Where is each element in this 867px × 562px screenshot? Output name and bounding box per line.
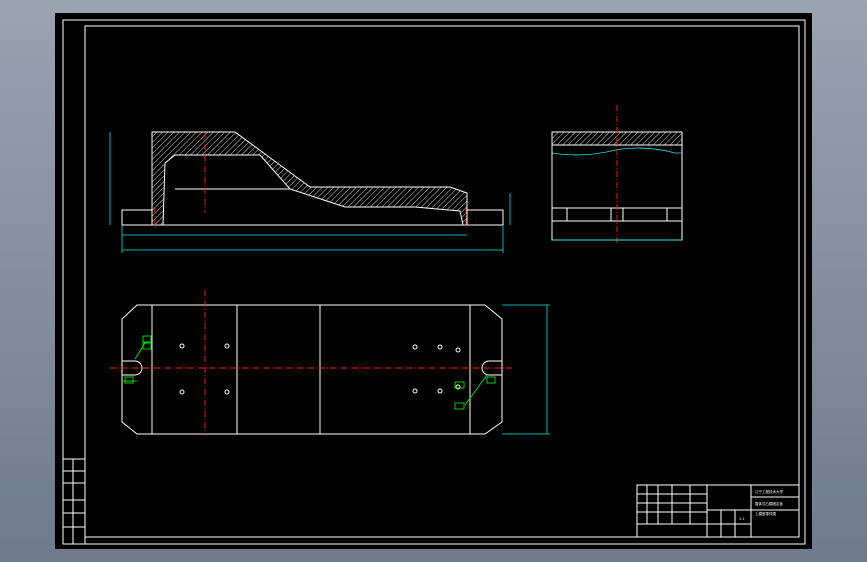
hole bbox=[179, 389, 185, 395]
front-section-view bbox=[109, 131, 511, 253]
hole bbox=[224, 343, 230, 349]
callout-tag bbox=[124, 376, 134, 384]
hole bbox=[412, 344, 418, 350]
callout-tag bbox=[142, 335, 152, 343]
cad-viewport[interactable]: 辽宁工程技术大学 整体式凸模固定板 上模座零件图 1:1 bbox=[55, 13, 812, 549]
hole bbox=[179, 343, 185, 349]
revision-column bbox=[62, 458, 86, 545]
sheet-outer-border bbox=[62, 19, 806, 545]
callout-tag bbox=[486, 376, 496, 384]
cad-drawing: 辽宁工程技术大学 整体式凸模固定板 上模座零件图 1:1 bbox=[62, 19, 806, 545]
title-block-school: 辽宁工程技术大学 bbox=[755, 489, 783, 494]
sheet-inner-border bbox=[84, 25, 800, 538]
front-view-left-foot bbox=[121, 209, 153, 226]
plan-view bbox=[110, 290, 550, 436]
plan-view-callouts bbox=[123, 335, 496, 410]
callout-leader-left-upper bbox=[134, 342, 146, 360]
title-block-scale: 1:1 bbox=[739, 517, 745, 521]
hole bbox=[437, 344, 443, 350]
hole bbox=[437, 388, 443, 394]
plan-view-outline bbox=[121, 304, 503, 435]
title-block-drawing-name-1: 整体式凸模固定板 bbox=[755, 501, 783, 506]
title-block-drawing-name-2: 上模座零件图 bbox=[755, 511, 776, 516]
title-block: 辽宁工程技术大学 整体式凸模固定板 上模座零件图 1:1 bbox=[636, 484, 800, 538]
hole bbox=[224, 389, 230, 395]
revision-column-frame bbox=[62, 458, 86, 545]
side-section-view bbox=[551, 105, 683, 243]
callout-tag bbox=[454, 402, 465, 410]
hole bbox=[412, 388, 418, 394]
hole bbox=[455, 347, 461, 353]
front-view-right-foot bbox=[466, 209, 504, 226]
callout-leader-right-lower bbox=[464, 374, 488, 406]
front-view-hatched-section bbox=[151, 131, 468, 226]
